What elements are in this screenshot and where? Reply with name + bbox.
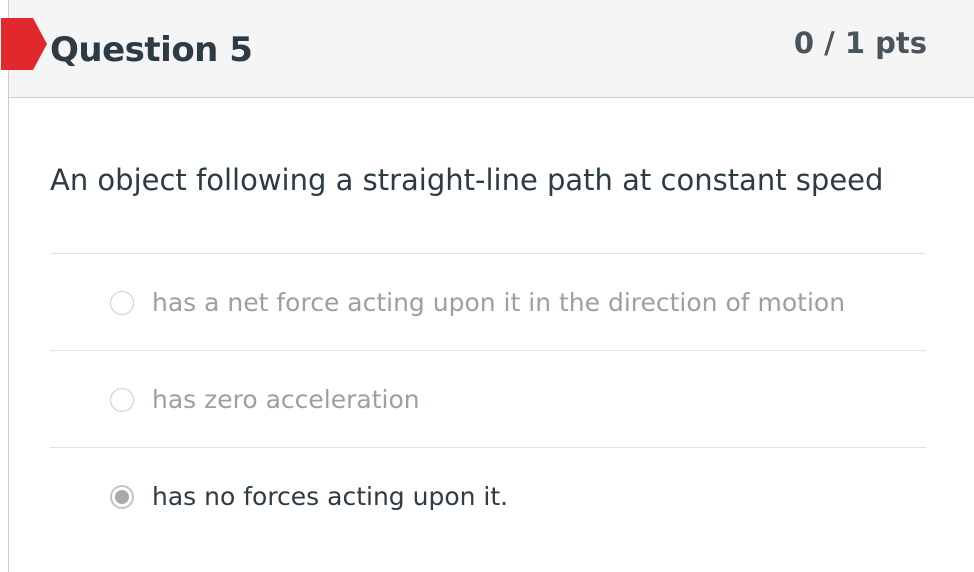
answer-option-2[interactable]: has zero acceleration [50, 350, 926, 447]
question-points: 0 / 1 pts [793, 26, 927, 60]
answer-label: has zero acceleration [152, 385, 420, 414]
incorrect-flag-icon [1, 18, 47, 70]
answer-option-1[interactable]: has a net force acting upon it in the di… [50, 253, 926, 350]
radio-button[interactable] [110, 388, 134, 412]
radio-dot-icon [115, 490, 129, 504]
question-text: An object following a straight-line path… [50, 163, 884, 197]
answer-label: has no forces acting upon it. [152, 482, 509, 511]
answer-option-3[interactable]: has no forces acting upon it. [50, 447, 926, 544]
radio-button[interactable] [110, 291, 134, 315]
answer-list: has a net force acting upon it in the di… [50, 253, 926, 544]
answer-label: has a net force acting upon it in the di… [152, 288, 846, 317]
question-header: Question 5 0 / 1 pts [1, 0, 974, 98]
radio-button-selected[interactable] [110, 485, 134, 509]
quiz-question-card: Question 5 0 / 1 pts An object following… [1, 0, 974, 572]
question-title: Question 5 [50, 30, 253, 70]
